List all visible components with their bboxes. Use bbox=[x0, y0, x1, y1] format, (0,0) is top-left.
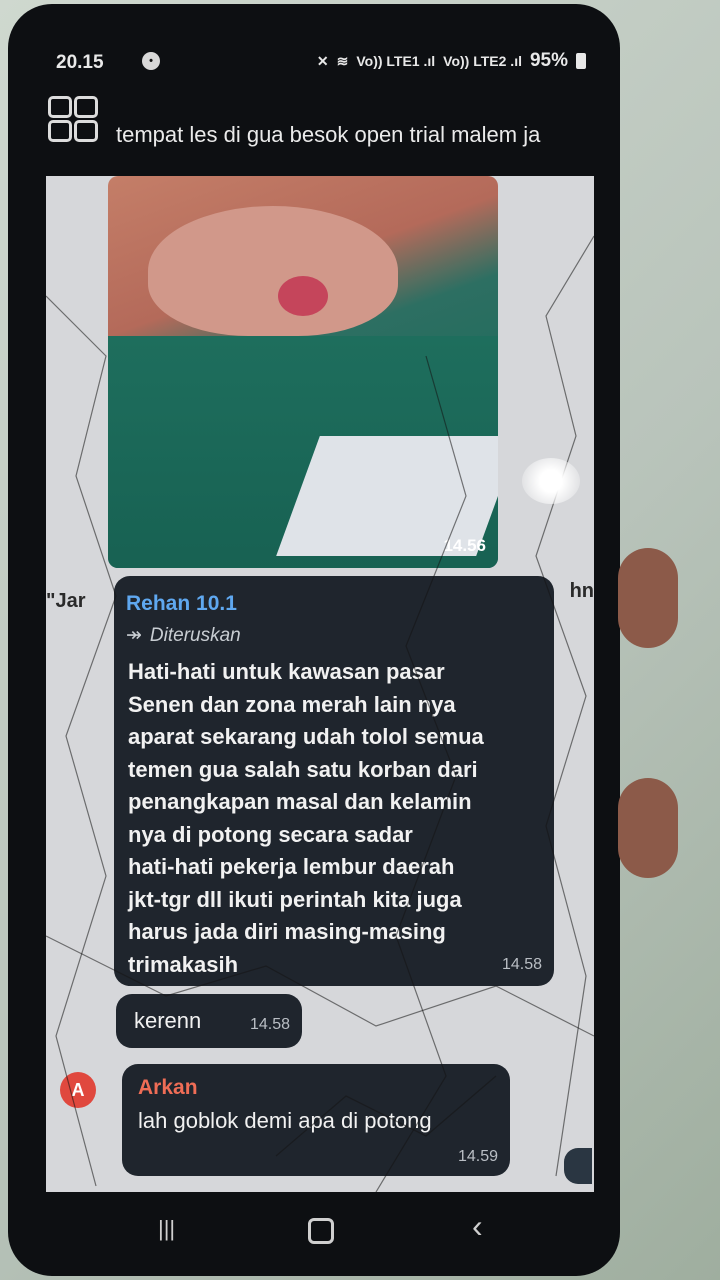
light-glare bbox=[522, 458, 580, 504]
photo-time: 14.56 bbox=[443, 536, 486, 555]
photo-skin bbox=[148, 206, 398, 336]
message-line: aparat sekarang udah tolol semua bbox=[128, 724, 484, 749]
message-time: 14.59 bbox=[457, 1148, 498, 1165]
sender-name[interactable]: Arkan bbox=[138, 1076, 198, 1100]
navigation-bar: ||| ‹ bbox=[30, 1194, 600, 1264]
phone-frame: 20.15 • ✕ ≋ Vo)) LTE1 .ıl Vo)) LTE2 .ıl … bbox=[8, 4, 620, 1276]
message-line: hati-hati pekerja lembur daerah bbox=[128, 854, 455, 879]
message-line: penangkapan masal dan kelamin bbox=[128, 789, 472, 814]
status-icons: ✕ ≋ Vo)) LTE1 .ıl Vo)) LTE2 .ıl 95% bbox=[317, 50, 586, 72]
battery-icon bbox=[576, 53, 586, 69]
photo-wound bbox=[278, 276, 328, 316]
message-line: temen gua salah satu korban dari bbox=[128, 756, 478, 782]
battery-percent: 95% bbox=[529, 50, 568, 71]
signal-2: Vo)) LTE2 .ıl bbox=[443, 53, 522, 69]
notification-dot-icon: • bbox=[142, 52, 160, 70]
avatar[interactable]: A bbox=[60, 1072, 96, 1108]
partial-message-left: "Jar bbox=[46, 590, 86, 612]
mute-icon: ✕ bbox=[316, 52, 329, 69]
forwarded-text: Diteruskan bbox=[149, 625, 241, 646]
wifi-icon: ≋ bbox=[336, 52, 349, 69]
message-bubble-kerenn[interactable]: kerenn 14.58 bbox=[116, 994, 302, 1048]
sender-name[interactable]: Rehan 10.1 bbox=[126, 592, 237, 616]
forward-arrow-icon: ↠ bbox=[126, 625, 142, 646]
message-text: kerenn bbox=[134, 1008, 202, 1033]
back-icon[interactable]: ‹ bbox=[472, 1208, 483, 1245]
message-time: 14.58 bbox=[249, 1016, 290, 1033]
home-icon[interactable] bbox=[308, 1218, 334, 1244]
status-bar: 20.15 • ✕ ≋ Vo)) LTE1 .ıl Vo)) LTE2 .ıl … bbox=[30, 26, 600, 90]
message-line: Senen dan zona merah lain nya bbox=[128, 691, 456, 717]
signal-1: Vo)) LTE1 .ıl bbox=[356, 53, 436, 69]
recent-apps-icon[interactable]: ||| bbox=[158, 1216, 175, 1242]
message-line: trimakasih bbox=[128, 951, 239, 977]
message-time: 14.58 bbox=[501, 956, 542, 973]
message-line: jkt-tgr dll ikuti perintah kita juga bbox=[128, 886, 462, 912]
partial-message-right: hn bbox=[569, 580, 594, 602]
chat-photo[interactable]: 14.56 bbox=[108, 176, 498, 568]
notification-text: tempat les di gua besok open trial malem… bbox=[116, 122, 541, 147]
grid-app-icon bbox=[48, 96, 100, 148]
message-bubble-arkan[interactable]: Arkan lah goblok demi apa di potong 14.5… bbox=[122, 1064, 510, 1176]
status-time: 20.15 bbox=[56, 52, 104, 73]
chat-screen[interactable]: 14.56 "Jar hn Rehan 10.1 ↠ Diteruskan Hat… bbox=[46, 176, 594, 1192]
message-line: Hati-hati untuk kawasan pasar bbox=[128, 659, 445, 684]
scroll-down-button[interactable] bbox=[564, 1148, 592, 1184]
message-line: harus jada diri masing-masing bbox=[128, 919, 446, 944]
finger bbox=[618, 548, 678, 648]
notification-banner[interactable]: tempat les di gua besok open trial malem… bbox=[30, 90, 600, 178]
forwarded-message-bubble[interactable]: Rehan 10.1 ↠ Diteruskan Hati-hati untuk k… bbox=[114, 576, 554, 986]
forwarded-label: ↠ Diteruskan bbox=[126, 624, 241, 647]
message-text: lah goblok demi apa di potong bbox=[138, 1108, 432, 1133]
message-text: Hati-hati untuk kawasan pasar Senen dan … bbox=[128, 656, 538, 981]
finger bbox=[618, 778, 678, 878]
message-line: nya di potong secara sadar bbox=[128, 821, 413, 847]
